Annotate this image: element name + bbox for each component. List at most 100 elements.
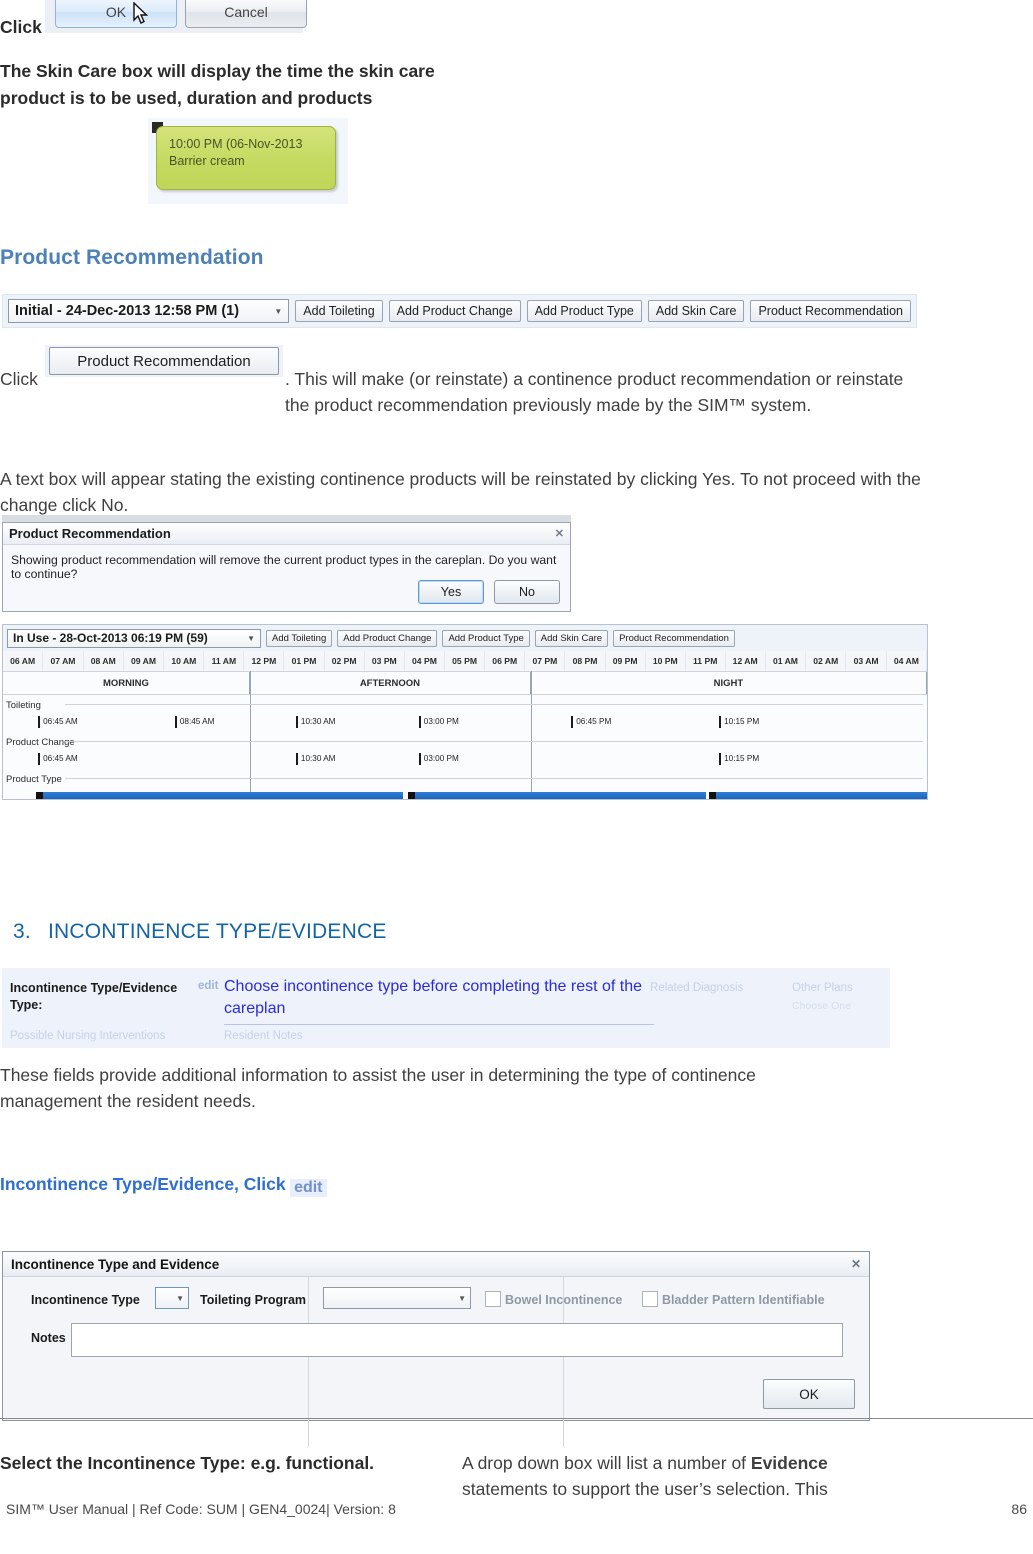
skin-care-note-line2: product is to be used, duration and prod… — [0, 88, 373, 108]
timeline-event-marker[interactable]: 06:45 PM — [571, 716, 611, 728]
timeline-event-marker[interactable]: 10:15 PM — [719, 753, 759, 765]
page-title-product-recommendation: Product Recommendation — [0, 246, 264, 269]
careplan-version-value: Initial - 24-Dec-2013 12:58 PM (1) — [15, 303, 240, 319]
bottom-left-instruction: Select the Incontinence Type: e.g. funct… — [0, 1453, 375, 1473]
timeline-hour-tick: 11 AM — [204, 651, 245, 671]
paragraph-fields-info: These fields provide additional informat… — [0, 1065, 756, 1111]
cancel-button[interactable]: Cancel — [185, 0, 307, 28]
timeline-grid: 06 AM 07 AM 08 AM 09 AM 10 AM 11 AM 12 PM 01 PM… — [3, 651, 927, 799]
timeline-hour-tick: 06 AM — [3, 651, 44, 671]
timeline-hour-tick: 03 AM — [846, 651, 887, 671]
timeline-hour-tick: 12 PM — [244, 651, 285, 671]
bowel-incontinence-label: Bowel Incontinence — [505, 1293, 623, 1307]
yes-button[interactable]: Yes — [418, 580, 484, 604]
dialog-background-strip — [2, 515, 571, 522]
notes-input[interactable] — [71, 1323, 843, 1357]
product-recommendation-inline-screenshot: Product Recommendation — [45, 345, 283, 377]
dialog-title: Product Recommendation — [9, 526, 171, 541]
document-page: OK Cancel Click The Skin Care box will d… — [0, 0, 1033, 1554]
bladder-pattern-checkbox[interactable] — [642, 1291, 658, 1307]
careplan-inuse-value: In Use - 28-Oct-2013 06:19 PM (59) — [13, 631, 208, 645]
timeline-event-marker[interactable]: 10:30 AM — [295, 753, 336, 765]
edit-badge[interactable]: edit — [290, 1179, 327, 1197]
timeline-hour-tick: 06 PM — [485, 651, 526, 671]
incontinence-type-select[interactable]: ▼ — [155, 1287, 189, 1309]
incontinence-type-evidence-dialog: Incontinence Type and Evidence ✕ Inconti… — [2, 1251, 870, 1447]
add-product-type-button[interactable]: Add Product Type — [442, 629, 530, 647]
label-line2: Type: — [10, 998, 43, 1012]
timeline-event-marker[interactable]: 10:15 PM — [719, 716, 759, 728]
bottom-right-evidence: Evidence — [750, 1453, 828, 1473]
row-rule — [65, 778, 923, 779]
timeline-hour-tick: 08 AM — [84, 651, 124, 671]
no-button[interactable]: No — [494, 580, 560, 604]
add-skin-care-button[interactable]: Add Skin Care — [647, 300, 745, 322]
other-plans-value: Choose One — [792, 1000, 851, 1012]
subheading-text: Incontinence Type/Evidence, Click — [0, 1174, 286, 1194]
timeline-hour-tick: 08 PM — [565, 651, 606, 671]
add-skin-care-button[interactable]: Add Skin Care — [534, 629, 609, 647]
edit-link[interactable]: edit — [198, 980, 218, 992]
add-product-change-button[interactable]: Add Product Change — [337, 629, 438, 647]
incontinence-type-label: Incontinence Type — [31, 1293, 140, 1307]
chevron-down-icon: ▼ — [458, 1293, 466, 1303]
close-icon[interactable]: ✕ — [555, 527, 564, 540]
row-label: Product Change — [6, 737, 75, 748]
timeline-hour-tick: 04 PM — [405, 651, 446, 671]
ok-button[interactable]: OK — [763, 1379, 855, 1409]
add-toileting-button[interactable]: Add Toileting — [295, 300, 383, 322]
dialog2-divider-1 — [308, 1277, 309, 1447]
timeline-event-marker[interactable]: 06:45 AM — [38, 753, 78, 765]
careplan-inuse-select[interactable]: In Use - 28-Oct-2013 06:19 PM (59) ▼ — [7, 628, 261, 648]
timeline-hour-tick: 01 PM — [284, 651, 325, 671]
skin-care-appointment-box[interactable]: 10:00 PM (06-Nov-2013 Barrier cream — [156, 126, 336, 190]
skin-care-box-screenshot: 10:00 PM (06-Nov-2013 Barrier cream — [148, 118, 348, 204]
bottom-right-line1-a: A drop down box will list a number of — [462, 1453, 751, 1473]
timeline-hour-tick: 05 PM — [445, 651, 486, 671]
timeline-event-marker[interactable]: 06:45 AM — [38, 716, 78, 728]
timeline-event-marker[interactable]: 10:30 AM — [295, 716, 336, 728]
click-label-top: Click — [0, 17, 42, 37]
label-line1: Incontinence Type/Evidence — [10, 981, 178, 995]
product-type-bars: 06:30 AM - Continence Supplier - BRAND X… — [3, 792, 927, 799]
close-icon[interactable]: ✕ — [851, 1257, 861, 1271]
toileting-program-select[interactable]: ▼ — [323, 1287, 471, 1309]
add-product-change-button[interactable]: Add Product Change — [388, 300, 521, 322]
timeline-hour-tick: 10 PM — [646, 651, 686, 671]
timeline-period-morning: MORNING — [3, 672, 250, 694]
product-recommendation-dialog: Product Recommendation ✕ Showing product… — [2, 522, 571, 612]
incontinence-type-evidence-label: Incontinence Type/Evidence Type: — [10, 980, 177, 1014]
product-bar-separator — [408, 792, 416, 799]
product-recommendation-button[interactable]: Product Recommendation — [613, 629, 735, 647]
product-type-bar[interactable]: 03:00 PM - Continence Supplier - BRAND Y… — [415, 792, 707, 799]
ok-button[interactable]: OK — [55, 0, 177, 28]
timeline-event-marker[interactable]: 08:45 AM — [174, 716, 214, 728]
product-recommendation-button[interactable]: Product Recommendation — [750, 300, 911, 322]
bottom-right-paragraph: A drop down box will list a number of Ev… — [462, 1450, 942, 1502]
timeline-marks: 06:45 AM 08:45 AM 10:30 AM 03:00 PM 06:45 PM… — [3, 716, 927, 732]
skin-care-product: Barrier cream — [169, 154, 245, 168]
dialog2-titlebar: Incontinence Type and Evidence ✕ — [3, 1252, 869, 1277]
bowel-incontinence-checkbox[interactable] — [485, 1291, 501, 1307]
add-toileting-button[interactable]: Add Toileting — [266, 629, 333, 647]
notes-label: Notes — [31, 1331, 66, 1345]
row-label: Toileting — [6, 700, 41, 711]
timeline-period-night: NIGHT — [531, 672, 927, 694]
row-rule — [65, 704, 923, 705]
timeline-hour-tick: 11 PM — [686, 651, 726, 671]
careplan-version-select[interactable]: Initial - 24-Dec-2013 12:58 PM (1) ▼ — [8, 299, 290, 323]
timeline-marks: 06:45 AM 10:30 AM 03:00 PM 10:15 PM — [3, 753, 927, 769]
product-type-bar[interactable]: 06:30 AM - Continence Supplier - BRAND X… — [42, 792, 404, 799]
timeline-event-marker[interactable]: 03:00 PM — [418, 716, 459, 728]
timeline-hour-tick: 09 AM — [124, 651, 165, 671]
add-product-type-button[interactable]: Add Product Type — [526, 300, 642, 322]
bladder-pattern-label: Bladder Pattern Identifiable — [662, 1293, 825, 1307]
chevron-down-icon: ▼ — [176, 1293, 184, 1303]
skin-care-note-line1: The Skin Care box will display the time … — [0, 61, 435, 81]
timeline-event-marker[interactable]: 03:00 PM — [418, 753, 459, 765]
timeline-hour-tick: 02 PM — [325, 651, 365, 671]
product-recommendation-inline-button[interactable]: Product Recommendation — [49, 347, 279, 375]
bottom-right-line2: statements to support the user’s selecti… — [462, 1479, 828, 1499]
product-type-bar[interactable]: 10:15 PM - Continence Supplier - BRAND A… — [716, 792, 927, 799]
ok-cancel-screenshot: OK Cancel — [45, 0, 307, 33]
